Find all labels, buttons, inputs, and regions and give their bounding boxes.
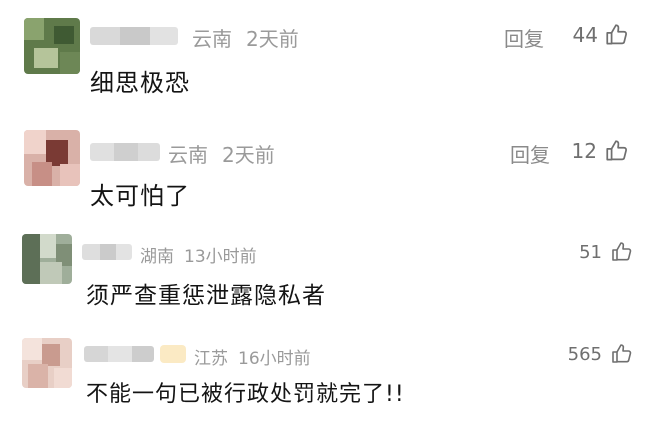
username-blurred[interactable] (84, 346, 154, 362)
comment-text: 太可怕了 (90, 182, 190, 210)
thumbs-up-icon[interactable] (610, 240, 634, 264)
thumbs-up-icon[interactable] (604, 22, 630, 48)
comment-location: 湖南 (140, 247, 174, 267)
comment-item: 江苏 16小时前 565 不能一句已被行政处罚就完了!! (0, 328, 660, 426)
comment-location: 江苏 (194, 349, 228, 369)
comment-text: 不能一句已被行政处罚就完了!! (86, 382, 405, 407)
avatar[interactable] (24, 18, 80, 74)
thumbs-up-icon[interactable] (604, 138, 630, 164)
avatar[interactable] (22, 234, 72, 284)
comment-item: 云南 2天前 回复 12 太可怕了 (0, 112, 660, 220)
username-blurred[interactable] (90, 27, 178, 45)
avatar[interactable] (22, 338, 72, 388)
comment-time: 2天前 (246, 27, 299, 51)
like-count: 565 (567, 344, 602, 365)
thumbs-up-icon[interactable] (610, 342, 634, 366)
like-count: 12 (571, 139, 597, 163)
like-count: 44 (572, 23, 598, 47)
like-count: 51 (579, 242, 602, 263)
comment-location: 云南 (168, 143, 208, 167)
comment-item: 湖南 13小时前 51 须严查重惩泄露隐私者 (0, 222, 660, 328)
username-blurred[interactable] (90, 143, 160, 161)
comment-time: 2天前 (222, 143, 275, 167)
comment-time: 16小时前 (238, 349, 311, 369)
comment-location: 云南 (192, 27, 232, 51)
comment-text: 细思极恐 (90, 69, 190, 97)
comment-time: 13小时前 (184, 247, 257, 267)
avatar[interactable] (24, 130, 80, 186)
comment-text: 须严查重惩泄露隐私者 (86, 283, 326, 309)
reply-button[interactable]: 回复 (510, 139, 550, 168)
comment-item: 云南 2天前 回复 44 细思极恐 (0, 0, 660, 110)
reply-button[interactable]: 回复 (504, 23, 544, 52)
username-blurred[interactable] (82, 244, 132, 260)
user-badge (160, 345, 186, 363)
